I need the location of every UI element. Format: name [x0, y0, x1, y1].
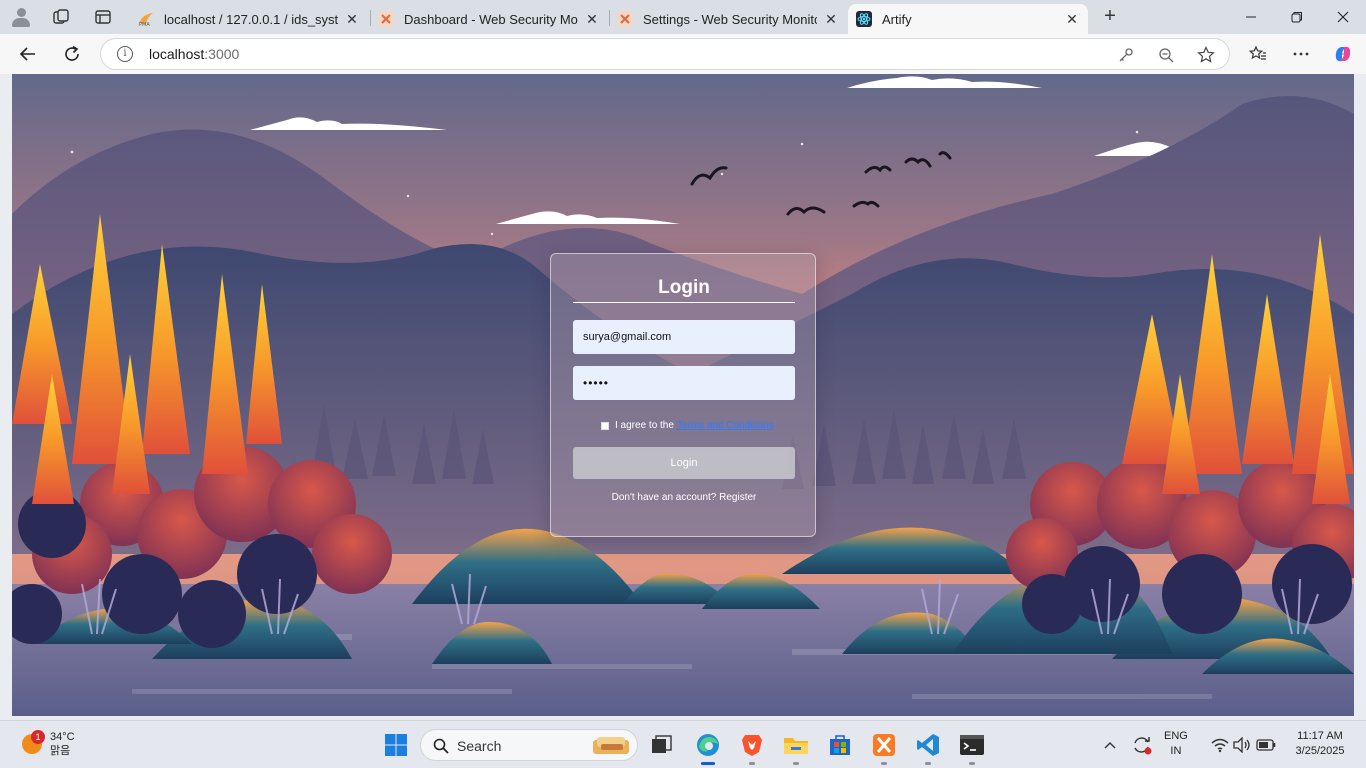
windows-start-icon[interactable] — [380, 729, 412, 761]
tab-title: Artify — [882, 11, 912, 27]
running-app-indicator — [749, 762, 755, 765]
edge-browser-icon[interactable] — [692, 729, 724, 761]
search-highlight-icon — [593, 737, 629, 754]
update-sync-icon[interactable] — [1126, 729, 1158, 761]
site-info-icon[interactable]: i — [117, 46, 133, 62]
close-tab-icon[interactable]: ✕ — [584, 11, 600, 28]
profile-avatar-icon[interactable] — [8, 5, 34, 29]
notification-badge: 1 — [31, 730, 45, 744]
clock-date: 3/25/2025 — [1295, 745, 1345, 757]
register-link[interactable]: Don't have an account? Register — [573, 492, 795, 503]
minimize-button[interactable] — [1228, 4, 1274, 30]
running-app-indicator — [925, 762, 931, 765]
zoom-out-icon[interactable] — [1157, 46, 1175, 64]
address-bar[interactable]: i localhost:3000 — [100, 38, 1230, 70]
task-view-icon[interactable] — [646, 729, 678, 761]
brave-browser-icon[interactable] — [736, 729, 768, 761]
more-options-icon[interactable] — [1287, 40, 1315, 68]
search-icon — [433, 738, 449, 754]
show-hidden-icons-chevron-icon[interactable] — [1094, 729, 1126, 761]
login-card: Login I agree to the Terms and Condition… — [550, 253, 816, 537]
favorite-star-icon[interactable] — [1197, 46, 1215, 64]
key-icon[interactable] — [1117, 46, 1135, 64]
login-button[interactable]: Login — [573, 447, 795, 479]
weather-description: 맑음 — [50, 745, 71, 757]
weather-sun-icon: 1 — [22, 730, 45, 754]
favorites-icon[interactable] — [1244, 40, 1272, 68]
running-app-indicator — [793, 762, 799, 765]
close-window-button[interactable] — [1320, 4, 1366, 30]
password-field[interactable] — [573, 366, 795, 400]
search-label: Search — [457, 738, 502, 754]
url-text[interactable]: localhost:3000 — [149, 46, 239, 62]
window-frame — [0, 74, 12, 718]
close-tab-icon[interactable]: ✕ — [344, 11, 360, 28]
restore-button[interactable] — [1274, 4, 1320, 30]
terms-link[interactable]: Terms and Conditions — [677, 420, 774, 431]
active-app-indicator — [701, 762, 715, 765]
phpmyadmin-icon: PMA — [138, 11, 154, 27]
tab-title: Dashboard - Web Security Monito — [404, 11, 578, 27]
taskbar-search[interactable]: Search — [420, 729, 638, 761]
running-app-indicator — [881, 762, 887, 765]
weather-temperature: 34°C — [50, 731, 75, 743]
tab-artify[interactable]: Artify ✕ — [848, 4, 1088, 34]
language-indicator[interactable]: ENG IN — [1164, 729, 1188, 759]
running-app-indicator — [969, 762, 975, 765]
new-tab-button[interactable]: + — [1098, 5, 1122, 29]
title-divider — [573, 302, 795, 303]
microsoft-store-icon[interactable] — [824, 729, 856, 761]
vscode-icon[interactable] — [912, 729, 944, 761]
vertical-tabs-icon[interactable] — [90, 5, 116, 29]
refresh-icon[interactable] — [58, 40, 86, 68]
taskbar: 1 34°C 맑음 Search ENG IN 11:17 AM 3/25/20… — [0, 720, 1366, 768]
terms-agreement: I agree to the Terms and Conditions — [601, 420, 774, 431]
react-icon — [856, 11, 872, 27]
terms-checkbox[interactable] — [601, 421, 609, 430]
tab-dashboard[interactable]: Dashboard - Web Security Monito ✕ — [370, 4, 608, 34]
copilot-icon[interactable] — [1329, 40, 1357, 68]
svg-text:PMA: PMA — [139, 22, 150, 27]
system-clock[interactable]: 11:17 AM 3/25/2025 — [1288, 729, 1352, 759]
back-arrow-icon[interactable] — [14, 40, 42, 68]
tab-title: localhost / 127.0.0.1 / ids_system — [164, 11, 338, 27]
workspaces-icon[interactable] — [48, 5, 74, 29]
close-tab-icon[interactable]: ✕ — [1064, 11, 1080, 28]
tab-strip: PMA localhost / 127.0.0.1 / ids_system ✕… — [0, 0, 1366, 34]
agree-label: I agree to the — [615, 420, 674, 431]
tab-phpmyadmin[interactable]: PMA localhost / 127.0.0.1 / ids_system ✕ — [130, 4, 368, 34]
tab-title: Settings - Web Security Monitorin — [643, 11, 817, 27]
close-tab-icon[interactable]: ✕ — [823, 11, 839, 28]
page-viewport: Login I agree to the Terms and Condition… — [12, 74, 1354, 716]
email-field[interactable] — [573, 320, 795, 354]
browser-toolbar: i localhost:3000 — [0, 34, 1366, 74]
tab-settings[interactable]: Settings - Web Security Monitorin ✕ — [609, 4, 847, 34]
file-explorer-icon[interactable] — [780, 729, 812, 761]
weather-widget[interactable]: 1 34°C 맑음 — [22, 730, 75, 758]
xampp-icon — [378, 11, 394, 27]
clock-time: 11:17 AM — [1297, 730, 1343, 742]
xampp-icon — [617, 11, 633, 27]
login-title: Login — [658, 277, 710, 298]
window-frame — [1354, 74, 1366, 718]
terminal-icon[interactable] — [956, 729, 988, 761]
xampp-icon[interactable] — [868, 729, 900, 761]
battery-icon[interactable] — [1250, 729, 1282, 761]
